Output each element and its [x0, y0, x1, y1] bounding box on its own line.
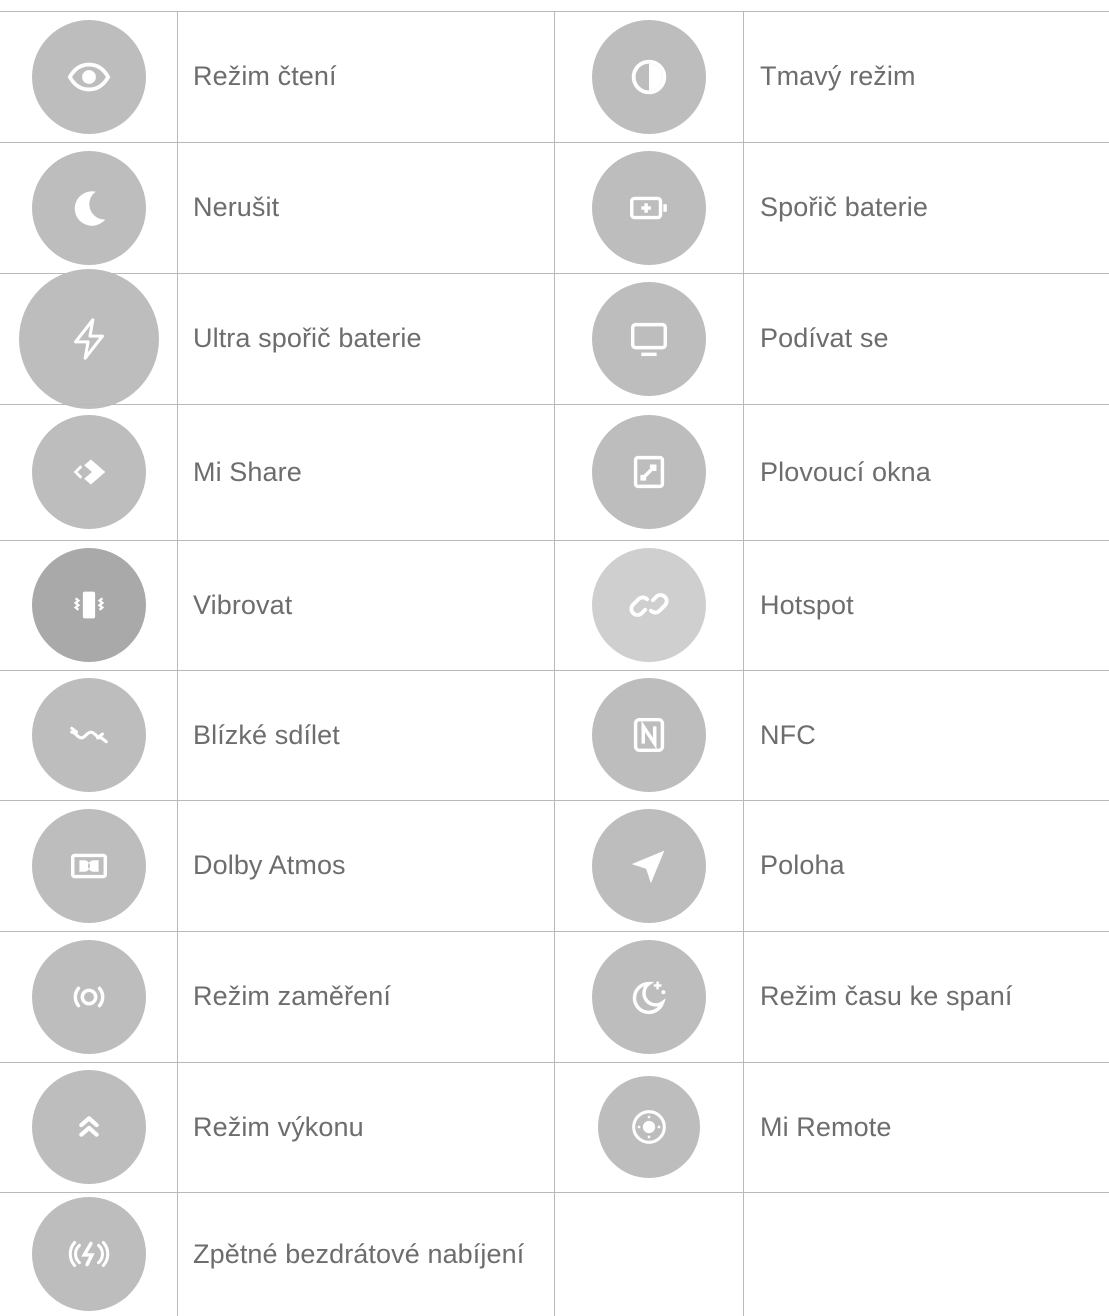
label-ultra-battery-saver: Ultra spořič baterie	[193, 323, 422, 353]
performance-chevrons-icon	[31, 1070, 146, 1184]
label-focus-mode: Režim zaměření	[193, 981, 391, 1011]
label-glance: Podívat se	[760, 323, 889, 353]
remote-icon	[598, 1076, 700, 1178]
label-mi-share: Mi Share	[193, 456, 302, 487]
table-row: Vibrovat Hotspot	[0, 540, 1109, 670]
floating-window-icon	[592, 415, 706, 529]
table-row: Nerušit Spořič baterie	[0, 142, 1109, 273]
label-mi-remote: Mi Remote	[760, 1111, 892, 1142]
table-row: Režim čtení Tmavý režim	[0, 11, 1109, 142]
label-floating-windows: Plovoucí okna	[760, 456, 931, 487]
dolby-icon	[31, 808, 146, 923]
link-icon	[592, 548, 706, 662]
label-do-not-disturb: Nerušit	[193, 192, 280, 222]
label-dark-mode: Tmavý režim	[760, 61, 916, 91]
half-circle-icon	[592, 19, 706, 134]
label-performance-mode: Režim výkonu	[193, 1111, 364, 1142]
table-row: Zpětné bezdrátové nabíjení	[0, 1192, 1109, 1316]
focus-icon	[31, 939, 146, 1054]
label-dolby-atmos: Dolby Atmos	[193, 850, 346, 880]
label-battery-saver: Spořič baterie	[760, 192, 928, 222]
label-bedtime-mode: Režim času ke spaní	[760, 981, 1013, 1011]
label-vibrate: Vibrovat	[193, 589, 293, 620]
table-row: Ultra spořič baterie Podívat se	[0, 268, 1109, 409]
mi-share-icon	[31, 415, 146, 529]
label-location: Poloha	[760, 850, 845, 880]
label-reverse-wireless-charging: Zpětné bezdrátové nabíjení	[193, 1238, 525, 1269]
eye-icon	[31, 19, 146, 134]
label-nfc: NFC	[760, 719, 816, 750]
nearby-share-icon	[31, 678, 146, 792]
location-arrow-icon	[592, 808, 706, 923]
table-row: Režim zaměření Režim času ke spaní	[0, 931, 1109, 1062]
nfc-icon	[592, 678, 706, 792]
label-reading-mode: Režim čtení	[193, 61, 337, 91]
battery-plus-icon	[592, 150, 706, 265]
monitor-icon	[592, 281, 706, 396]
label-nearby-share: Blízké sdílet	[193, 719, 340, 750]
vibrate-icon	[31, 548, 146, 662]
table-row: Režim výkonu Mi Remote	[0, 1062, 1109, 1192]
quick-settings-table: Režim čtení Tmavý režim Nerušit Spořič b…	[0, 11, 1109, 1316]
table-row: Dolby Atmos Poloha	[0, 800, 1109, 931]
bedtime-icon	[592, 939, 706, 1054]
label-hotspot: Hotspot	[760, 589, 854, 620]
table-row: Mi Share Plovoucí okna	[0, 404, 1109, 540]
reverse-charging-icon	[31, 1197, 146, 1311]
lightning-icon	[18, 268, 159, 409]
moon-icon	[31, 150, 146, 265]
table-row: Blízké sdílet NFC	[0, 670, 1109, 800]
